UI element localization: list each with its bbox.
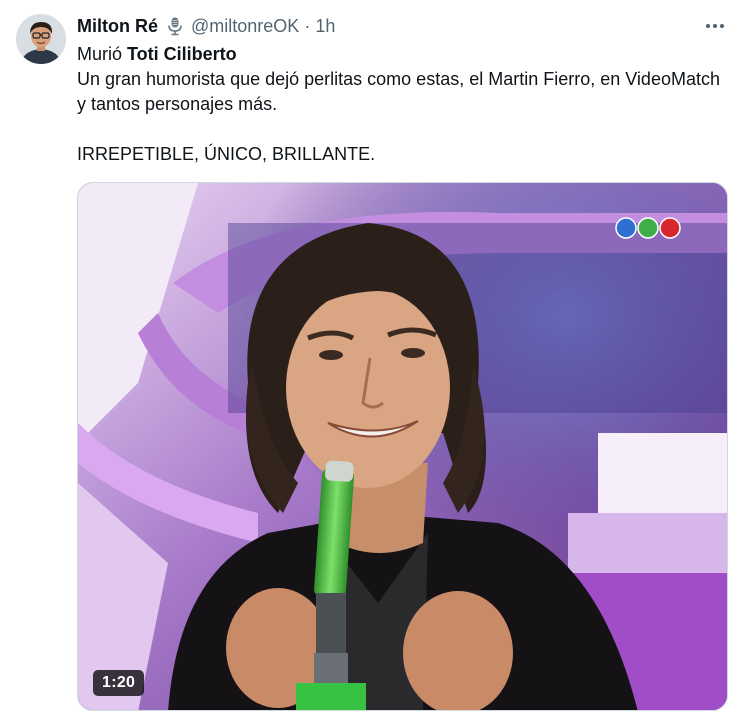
more-options-button[interactable] [703,14,727,38]
tweet-line-1-bold: Toti Ciliberto [127,44,237,64]
tweet-header: Milton Ré @miltonreOK · 1h [77,14,335,38]
avatar[interactable] [16,14,66,64]
video-player[interactable]: 1:20 [77,182,728,711]
video-duration-badge: 1:20 [93,670,145,696]
video-thumbnail [78,183,727,710]
tweet-spacer [77,117,727,142]
tweet-line-1-prefix: Murió [77,44,128,64]
telefe-logo [613,215,685,241]
separator-dot: · [304,15,311,36]
tweet-timestamp[interactable]: 1h [315,16,335,37]
tweet-line-3: IRREPETIBLE, ÚNICO, BRILLANTE. [77,144,376,164]
tweet-text: Murió Toti Ciliberto Un gran humorista q… [77,42,727,167]
author-handle[interactable]: @miltonreOK [191,16,299,37]
tweet: Milton Ré @miltonreOK · 1h Murió Toti Ci… [0,0,747,720]
tweet-line-1: Murió Toti Ciliberto [77,42,727,67]
tweet-line-2: Un gran humorista que dejó perlitas como… [77,69,720,114]
author-display-name[interactable]: Milton Ré [77,16,158,37]
more-icon [706,24,724,28]
microphone-icon [165,16,185,36]
